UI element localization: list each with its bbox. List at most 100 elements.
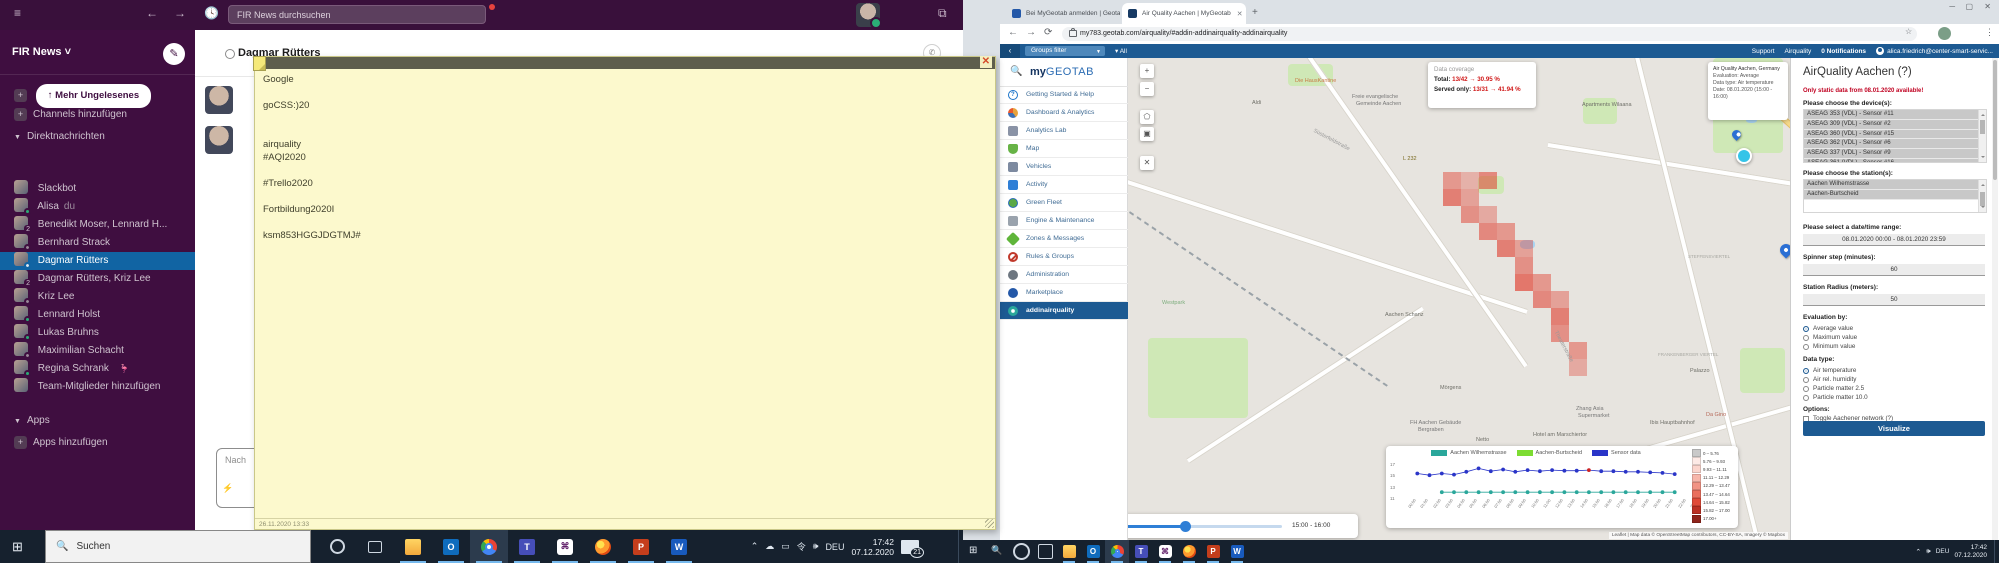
- teams-icon[interactable]: T: [508, 530, 546, 563]
- taskbar-clock[interactable]: 17:4207.12.2020: [851, 537, 894, 557]
- heat-cell[interactable]: [1479, 206, 1497, 223]
- word-icon[interactable]: W: [660, 530, 698, 563]
- dm-list-item[interactable]: Team-Mitglieder hinzufügen: [0, 378, 195, 396]
- geotab-menu-item[interactable]: addinairquality: [1000, 302, 1128, 320]
- device-option[interactable]: ASEAG 362 (VDL) - Sensor #6: [1804, 139, 1986, 149]
- close-window-icon[interactable]: ✕: [1984, 2, 1991, 11]
- heat-cell[interactable]: [1533, 291, 1551, 308]
- heat-cell[interactable]: [1551, 308, 1569, 325]
- account-menu[interactable]: alica.friedrich@center-smart-servic...: [1876, 47, 1993, 55]
- heat-cell[interactable]: [1461, 189, 1479, 206]
- heat-cell[interactable]: [1443, 172, 1461, 189]
- geotab-menu-item[interactable]: Marketplace: [1000, 284, 1128, 302]
- heat-cell[interactable]: [1497, 240, 1515, 257]
- minimize-window-icon[interactable]: ─: [1949, 2, 1955, 11]
- device-option[interactable]: ASEAG 353 (VDL) - Sensor #11: [1804, 110, 1986, 120]
- compose-icon[interactable]: ✎: [163, 43, 185, 65]
- chevron-up-icon[interactable]: ⌃: [751, 541, 759, 552]
- powerpoint-icon[interactable]: P: [622, 530, 660, 563]
- radio-option[interactable]: Maximum value: [1803, 333, 1985, 342]
- hamburger-menu-icon[interactable]: ≡: [14, 6, 21, 20]
- message-avatar[interactable]: [205, 126, 233, 154]
- slack-search-input[interactable]: FIR News durchsuchen: [228, 5, 486, 24]
- scrollbar[interactable]: [1978, 110, 1986, 162]
- dm-list-item[interactable]: Alisadu: [0, 198, 195, 216]
- teams-icon[interactable]: T: [1129, 540, 1153, 563]
- keyboard-language[interactable]: DEU: [825, 542, 844, 552]
- device-option[interactable]: ASEAG 337 (VDL) - Sensor #9: [1804, 149, 1986, 159]
- start-button-icon[interactable]: ⊞: [12, 539, 23, 555]
- sticky-note-text[interactable]: Google goCSS:)20 airquality #AQI2020 #Tr…: [263, 73, 963, 242]
- zoom-in-button[interactable]: +: [1140, 64, 1154, 78]
- dm-list-item[interactable]: Slackbot: [0, 180, 195, 198]
- sticky-note-window[interactable]: ✕ Google goCSS:)20 airquality #AQI2020 #…: [254, 56, 996, 530]
- bookmark-star-icon[interactable]: ☆: [1905, 27, 1912, 36]
- daterange-input[interactable]: 08.01.2020 00:00 - 08.01.2020 23:59: [1803, 234, 1985, 246]
- wifi-icon[interactable]: 令: [797, 540, 806, 553]
- panel-scrollbar[interactable]: [1992, 58, 1998, 540]
- chrome-profile-avatar[interactable]: [1938, 27, 1951, 40]
- station-multiselect[interactable]: Aachen WilhemstrasseAachen-Burtscheid: [1803, 179, 1987, 213]
- dm-list-item[interactable]: Lukas Bruhns: [0, 324, 195, 342]
- geotab-menu-item[interactable]: Activity: [1000, 176, 1128, 194]
- apps-section-header[interactable]: ▼Apps: [0, 412, 195, 430]
- geotab-menu-item[interactable]: Dashboard & Analytics: [1000, 104, 1128, 122]
- sidebar-collapse-icon[interactable]: ‹: [1000, 44, 1020, 58]
- groups-filter-all[interactable]: ▾ All: [1115, 47, 1127, 55]
- volume-icon[interactable]: 🕪: [813, 541, 819, 552]
- map-pin[interactable]: [1778, 242, 1790, 259]
- heat-cell[interactable]: [1515, 257, 1533, 274]
- heat-cell[interactable]: [1515, 274, 1533, 291]
- message-avatar[interactable]: [205, 86, 233, 114]
- station-option[interactable]: Aachen-Burtscheid: [1804, 190, 1986, 200]
- tab-close-icon[interactable]: ✕: [1237, 10, 1243, 18]
- dm-list-item[interactable]: Dagmar Rütters: [0, 252, 195, 270]
- dm-list-item[interactable]: Maximilian Schacht: [0, 342, 195, 360]
- add-channels-button[interactable]: +Channels hinzufügen: [0, 106, 195, 124]
- keyboard-language[interactable]: DEU: [1936, 548, 1950, 555]
- action-center-icon[interactable]: 21: [901, 540, 919, 554]
- radio-option[interactable]: Particle matter 2.5: [1803, 384, 1985, 393]
- device-option[interactable]: ASEAG 360 (VDL) - Sensor #15: [1804, 130, 1986, 140]
- dm-list-item[interactable]: Kriz Lee: [0, 288, 195, 306]
- heat-cell[interactable]: [1461, 206, 1479, 223]
- task-view-icon[interactable]: [356, 530, 394, 563]
- heat-cell[interactable]: [1533, 274, 1551, 291]
- battery-icon[interactable]: ▭: [781, 541, 790, 552]
- geotab-menu-item[interactable]: Green Fleet: [1000, 194, 1128, 212]
- geotab-menu-item[interactable]: Getting Started & Help: [1000, 86, 1128, 104]
- cortana-icon[interactable]: [1009, 540, 1033, 563]
- support-link[interactable]: Support: [1752, 48, 1775, 55]
- slack-icon[interactable]: ⌘: [546, 530, 584, 563]
- heat-cell[interactable]: [1551, 291, 1569, 308]
- sticky-note-close-icon[interactable]: ✕: [980, 56, 992, 68]
- draw-rectangle-button[interactable]: ▣: [1140, 127, 1154, 141]
- chevron-up-icon[interactable]: ⌃: [1915, 548, 1921, 556]
- heat-cell[interactable]: [1497, 223, 1515, 240]
- radio-option[interactable]: Minimum value: [1803, 342, 1985, 351]
- chrome-icon[interactable]: [1105, 540, 1129, 563]
- outlook-icon[interactable]: O: [432, 530, 470, 563]
- outlook-icon[interactable]: O: [1081, 540, 1105, 563]
- firefox-icon[interactable]: [584, 530, 622, 563]
- radio-option[interactable]: Average value: [1803, 324, 1985, 333]
- geotab-menu-item[interactable]: Vehicles: [1000, 158, 1128, 176]
- map-canvas[interactable]: Die HausKantineAldiFreie evangelischeGem…: [1128, 58, 1790, 540]
- forward-icon[interactable]: →: [1026, 27, 1036, 38]
- radio-option[interactable]: Air temperature: [1803, 366, 1985, 375]
- time-slider[interactable]: [1128, 525, 1282, 528]
- radio-option[interactable]: Air rel. humidity: [1803, 375, 1985, 384]
- geotab-menu-item[interactable]: Analytics Lab: [1000, 122, 1128, 140]
- dm-section-header[interactable]: ▼Direktnachrichten: [0, 128, 195, 146]
- heat-cell[interactable]: [1443, 189, 1461, 206]
- word-icon[interactable]: W: [1225, 540, 1249, 563]
- slider-handle[interactable]: [1180, 521, 1191, 532]
- heat-cell[interactable]: [1479, 223, 1497, 240]
- search-icon[interactable]: 🔍: [991, 545, 1002, 556]
- history-back-icon[interactable]: ←: [146, 6, 158, 20]
- workspace-switcher[interactable]: FIR News ˅ ✎: [0, 40, 195, 75]
- sticky-note-titlebar[interactable]: [255, 57, 995, 69]
- zoom-out-button[interactable]: −: [1140, 82, 1154, 96]
- device-option[interactable]: ASEAG 309 (VDL) - Sensor #2: [1804, 120, 1986, 130]
- airquality-link[interactable]: Airquality: [1785, 48, 1812, 55]
